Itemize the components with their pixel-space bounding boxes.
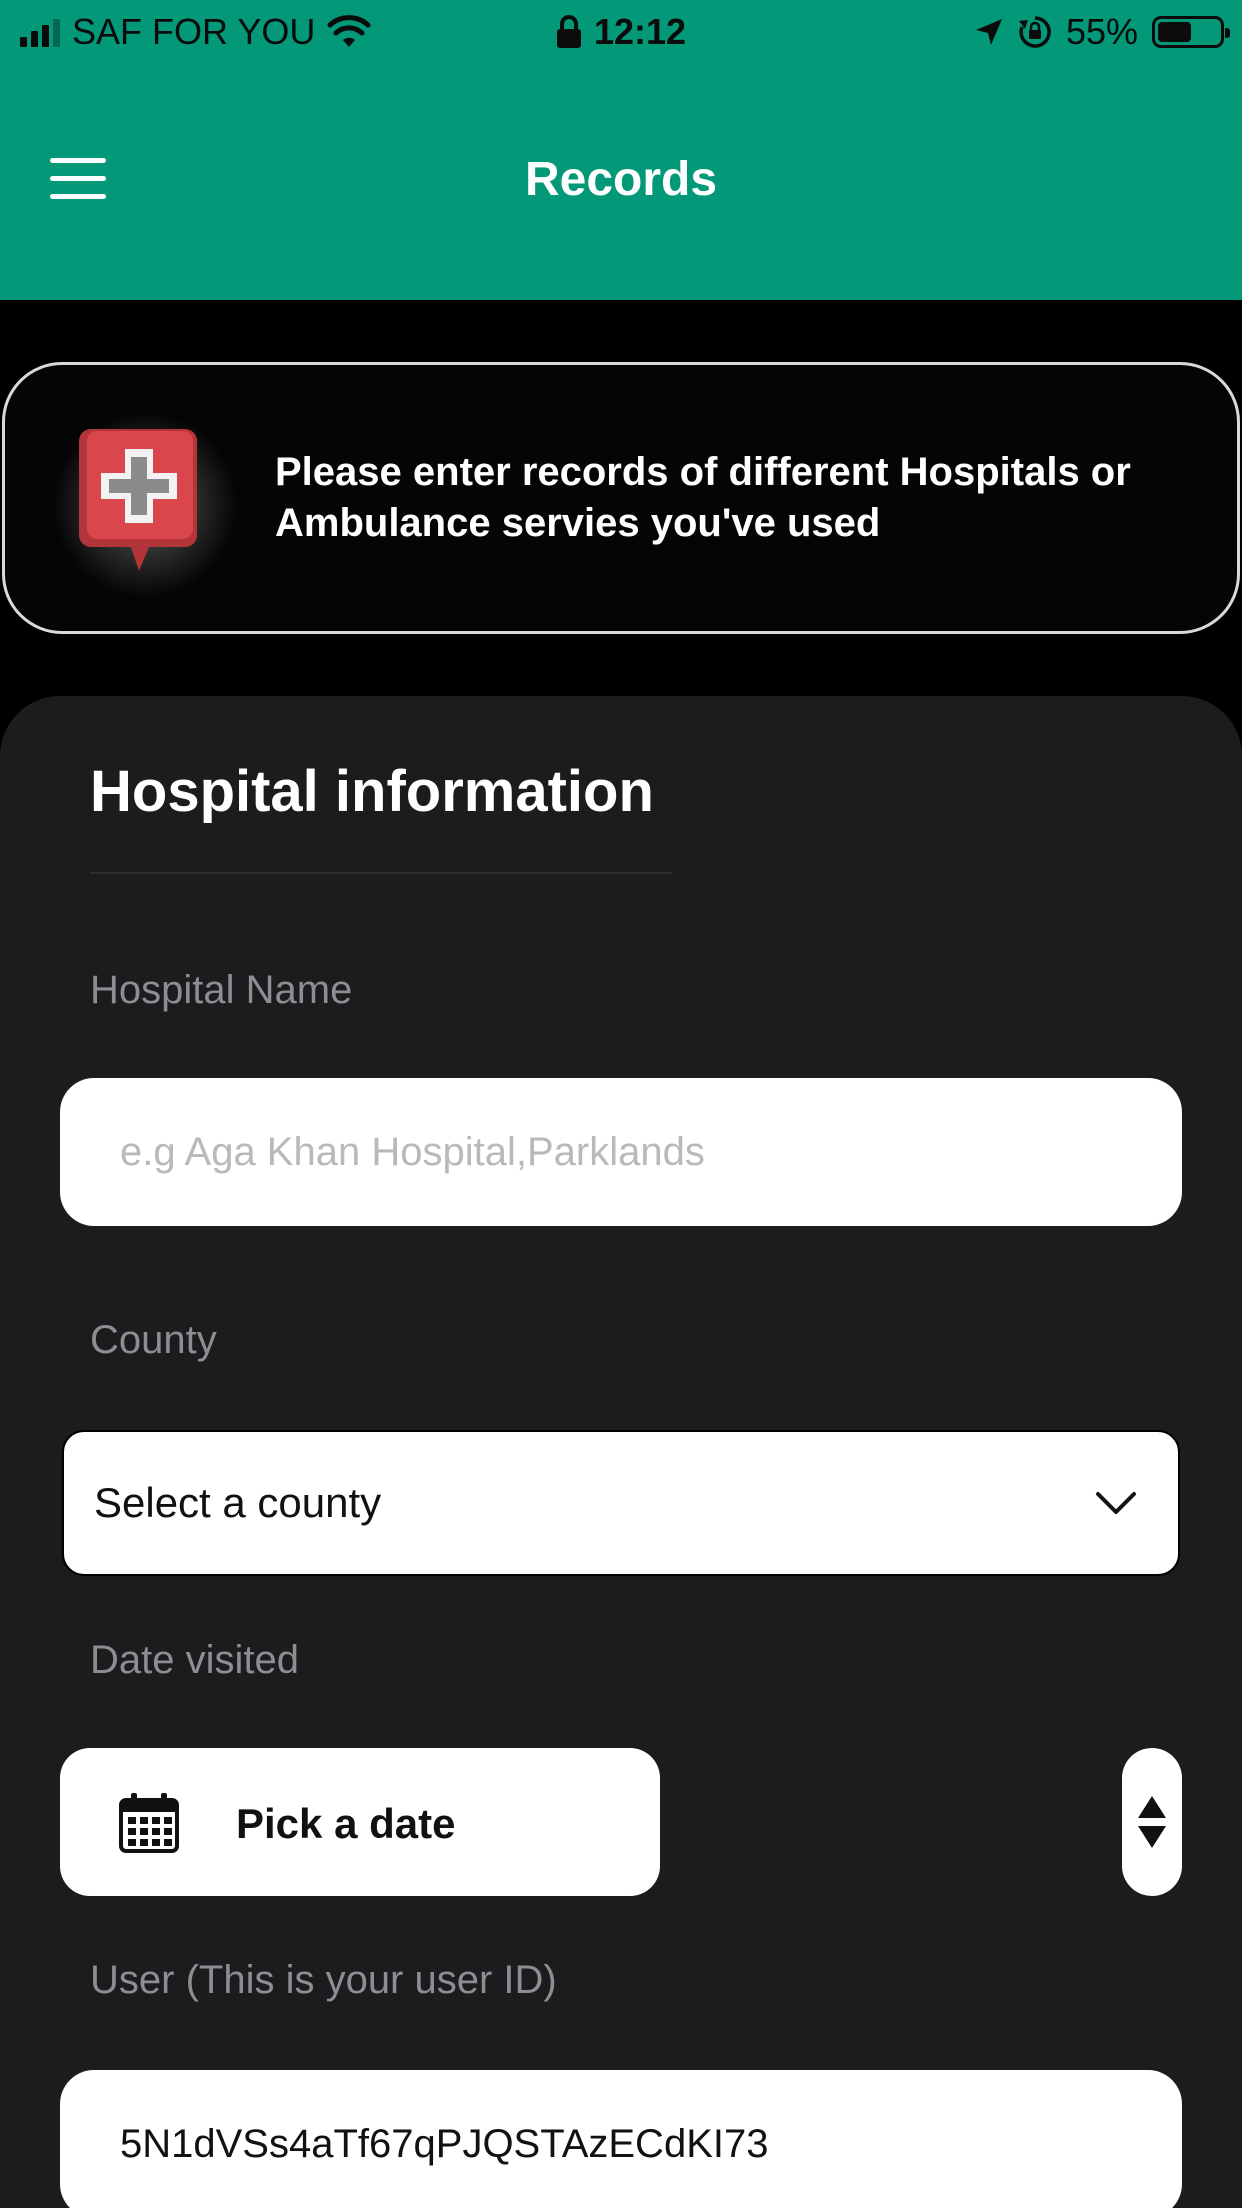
hospital-form-card: Hospital information Hospital Name e.g A… bbox=[0, 696, 1242, 2208]
battery-level bbox=[1158, 22, 1191, 42]
hospital-name-input[interactable]: e.g Aga Khan Hospital,Parklands bbox=[60, 1078, 1182, 1226]
hospital-name-label: Hospital Name bbox=[90, 968, 353, 1012]
status-time: 12:12 bbox=[593, 11, 687, 52]
user-id-label: User (This is your user ID) bbox=[90, 1958, 557, 2002]
status-bar-right: 55% bbox=[974, 10, 1230, 54]
county-label: County bbox=[90, 1318, 217, 1362]
pick-date-label: Pick a date bbox=[236, 1800, 456, 1847]
title-divider bbox=[90, 872, 672, 874]
county-select[interactable]: Select a county bbox=[62, 1430, 1180, 1576]
status-bar: SAF FOR YOU 12:12 55% bbox=[0, 0, 1242, 64]
app-bar: Records bbox=[0, 64, 1242, 300]
user-id-field[interactable]: 5N1dVSs4aTf67qPJQSTAzECdKI73 bbox=[60, 2070, 1182, 2208]
info-banner: Please enter records of different Hospit… bbox=[2, 362, 1240, 634]
calendar-icon bbox=[119, 1793, 179, 1853]
date-stepper[interactable] bbox=[1122, 1748, 1182, 1896]
county-selected-value: Select a county bbox=[94, 1479, 382, 1526]
hospital-cross-icon bbox=[79, 429, 197, 571]
banner-text: Please enter records of different Hospit… bbox=[275, 450, 1131, 545]
page-title: Records bbox=[524, 153, 718, 206]
form-title: Hospital information bbox=[90, 759, 654, 824]
battery-icon bbox=[1152, 16, 1230, 48]
date-visited-label: Date visited bbox=[90, 1638, 299, 1682]
battery-percent: 55% bbox=[1065, 11, 1138, 52]
location-icon bbox=[975, 19, 1002, 45]
pick-date-button[interactable]: Pick a date bbox=[60, 1748, 660, 1896]
sort-arrows-icon bbox=[1138, 1796, 1166, 1848]
chevron-down-icon bbox=[1096, 1492, 1136, 1514]
lock-icon bbox=[556, 15, 581, 48]
rotation-lock-icon bbox=[1018, 16, 1051, 48]
